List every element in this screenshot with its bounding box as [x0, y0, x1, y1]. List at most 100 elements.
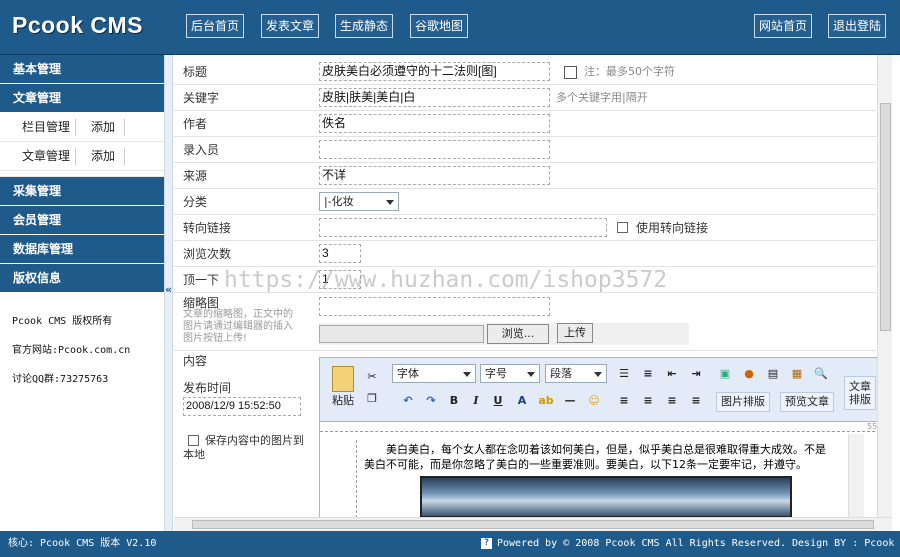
- redo-icon[interactable]: ↷: [421, 391, 441, 411]
- nav-logout[interactable]: 退出登陆: [828, 14, 886, 38]
- image-layout-button[interactable]: 图片排版: [716, 392, 770, 412]
- sidebar-collapse-bar[interactable]: «: [164, 55, 173, 531]
- editor-margin-line: [356, 440, 357, 517]
- keywords-input[interactable]: 皮肤|肤美|美白|白: [319, 88, 550, 107]
- font-select[interactable]: 字体: [392, 364, 476, 383]
- horizontal-rule-icon[interactable]: —: [560, 391, 580, 411]
- divider: [124, 119, 125, 136]
- indent-icon[interactable]: ⇥: [686, 364, 706, 384]
- label-publish-time: 发布时间: [183, 381, 232, 395]
- save-images-label: 保存内容中的图片到本地: [183, 434, 304, 461]
- font-color-icon[interactable]: A: [512, 391, 532, 411]
- copy-icon[interactable]: ❐: [362, 389, 382, 409]
- bold-icon[interactable]: B: [444, 391, 464, 411]
- divider: [124, 148, 125, 165]
- preview-article-button[interactable]: 预览文章: [780, 392, 834, 412]
- thumb-input[interactable]: [319, 297, 550, 316]
- editor-canvas[interactable]: 550 美白美白，每个女人都在念叨着该如何美白，但是，似乎美白总是很难取得重大成…: [320, 422, 877, 517]
- upload-button[interactable]: 上传: [557, 323, 593, 343]
- label-source: 来源: [183, 169, 208, 183]
- row-editor: 录入员: [174, 137, 877, 163]
- cut-icon[interactable]: ✂: [362, 367, 382, 387]
- editor-scrollbar[interactable]: [848, 434, 864, 517]
- browse-button[interactable]: 浏览...: [487, 324, 549, 344]
- copyright-info: Pcook CMS 版权所有 官方网站:Pcook.com.cn 讨论QQ群:7…: [0, 293, 164, 394]
- views-input[interactable]: 3: [319, 244, 361, 263]
- row-title: 标题 皮肤美白必须遵守的十二法则[图] 注：最多50个字符: [174, 59, 877, 85]
- sidebar-article[interactable]: 文章管理: [0, 84, 164, 113]
- nav-generate-static[interactable]: 生成静态: [335, 14, 393, 38]
- emoticon-icon[interactable]: ☺: [584, 391, 604, 411]
- label-content: 内容: [183, 354, 208, 368]
- upload-bar: 浏览... 上传: [319, 323, 689, 345]
- label-keywords: 关键字: [183, 91, 220, 105]
- sidebar-item-article-add[interactable]: 添加: [91, 142, 115, 171]
- logo: Pcook CMS: [12, 12, 144, 38]
- sidebar-item-column-manage[interactable]: 栏目管理: [22, 113, 70, 142]
- row-redirect: 转向链接 使用转向链接: [174, 215, 877, 241]
- source-input[interactable]: 不详: [319, 166, 550, 185]
- copyright-text: Pcook CMS 版权所有: [12, 316, 113, 327]
- paste-icon: [332, 366, 354, 392]
- main-horizontal-scrollbar[interactable]: [174, 517, 892, 531]
- table-icon[interactable]: ▤: [763, 364, 783, 384]
- sidebar-database[interactable]: 数据库管理: [0, 235, 164, 264]
- sidebar-collect[interactable]: 采集管理: [0, 177, 164, 206]
- scroll-thumb[interactable]: [880, 103, 891, 331]
- sidebar-item-column-add[interactable]: 添加: [91, 113, 115, 142]
- underline-icon[interactable]: U: [488, 391, 508, 411]
- article-layout-button[interactable]: 文章排版: [844, 376, 876, 410]
- row-views: 浏览次数 3: [174, 241, 877, 267]
- row-thumb: 缩略图 文章的缩略图，正文中的图片请通过编辑器的插入图片按钮上传! 浏览... …: [174, 293, 877, 351]
- row-top: 顶一下 1: [174, 267, 877, 293]
- use-redirect-checkbox[interactable]: [617, 222, 628, 233]
- unordered-list-icon[interactable]: ≡: [638, 364, 658, 384]
- nav-post-article[interactable]: 发表文章: [261, 14, 319, 38]
- align-center-icon[interactable]: ≡: [638, 391, 658, 411]
- author-input[interactable]: 佚名: [319, 114, 550, 133]
- scroll-thumb[interactable]: [192, 520, 874, 529]
- outdent-icon[interactable]: ⇤: [662, 364, 682, 384]
- title-hint: 注：最多50个字符: [584, 65, 675, 78]
- ruler-label: 550: [867, 422, 877, 431]
- flash-icon[interactable]: ●: [739, 364, 759, 384]
- justify-icon[interactable]: ≡: [686, 391, 706, 411]
- sidebar-member[interactable]: 会员管理: [0, 206, 164, 235]
- title-input[interactable]: 皮肤美白必须遵守的十二法则[图]: [319, 62, 550, 81]
- main-vertical-scrollbar[interactable]: [877, 55, 892, 517]
- highlight-icon[interactable]: ab: [536, 391, 556, 411]
- thumb-note: 文章的缩略图，正文中的图片请通过编辑器的插入图片按钮上传!: [183, 309, 293, 344]
- find-icon[interactable]: 🔍: [811, 364, 831, 384]
- paragraph-select[interactable]: 段落: [545, 364, 607, 383]
- sidebar-basic[interactable]: 基本管理: [0, 55, 164, 84]
- top-input[interactable]: 1: [319, 270, 361, 289]
- editor-input[interactable]: [319, 140, 550, 159]
- label-redirect: 转向链接: [183, 221, 232, 235]
- align-left-icon[interactable]: ≡: [614, 391, 634, 411]
- italic-icon[interactable]: I: [466, 391, 486, 411]
- paste-button[interactable]: 粘贴: [328, 366, 358, 416]
- nav-site-home[interactable]: 网站首页: [754, 14, 812, 38]
- sidebar-item-article-manage[interactable]: 文章管理: [22, 142, 70, 171]
- publish-time-input[interactable]: 2008/12/9 15:52:50: [183, 397, 301, 416]
- category-select[interactable]: |-化妆: [319, 192, 399, 211]
- label-category: 分类: [183, 195, 208, 209]
- file-path-field[interactable]: [319, 325, 484, 343]
- media-icon[interactable]: ▦: [787, 364, 807, 384]
- image-icon[interactable]: ▣: [715, 364, 735, 384]
- redirect-input[interactable]: [319, 218, 607, 237]
- ordered-list-icon[interactable]: ☰: [614, 364, 634, 384]
- pick-color-icon[interactable]: [564, 66, 577, 79]
- label-author: 作者: [183, 117, 208, 131]
- undo-icon[interactable]: ↶: [398, 391, 418, 411]
- editor-content-text[interactable]: 美白美白，每个女人都在念叨着该如何美白，但是，似乎美白总是很难取得重大成效。不是…: [364, 442, 834, 472]
- nav-admin-home[interactable]: 后台首页: [186, 14, 244, 38]
- nav-google-map[interactable]: 谷歌地图: [410, 14, 468, 38]
- sidebar-copyright[interactable]: 版权信息: [0, 264, 164, 293]
- collapse-icon[interactable]: «: [165, 283, 172, 296]
- content-side-column: 内容 发布时间 2008/12/9 15:52:50 保存内容中的图片到本地: [174, 351, 314, 517]
- divider: [75, 148, 76, 165]
- sidebar-subrow-column: 栏目管理 添加: [0, 113, 164, 142]
- font-size-select[interactable]: 字号: [480, 364, 540, 383]
- align-right-icon[interactable]: ≡: [662, 391, 682, 411]
